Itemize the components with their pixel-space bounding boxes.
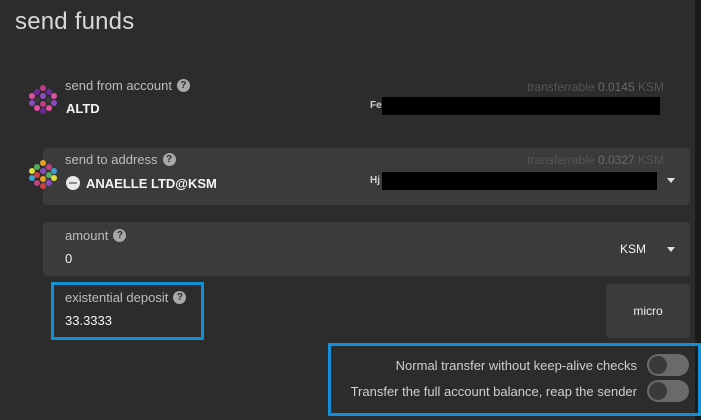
help-icon[interactable]: ? bbox=[162, 153, 176, 166]
send-from-label: send from account ? bbox=[65, 78, 190, 93]
help-icon[interactable]: ? bbox=[113, 229, 127, 242]
to-balance: transferrable 0.0327 KSM bbox=[527, 153, 664, 167]
chevron-down-icon[interactable] bbox=[667, 247, 675, 252]
help-icon[interactable]: ? bbox=[176, 79, 190, 92]
amount-unit-select[interactable]: KSM bbox=[620, 242, 646, 256]
redacted-address bbox=[382, 97, 660, 115]
deposit-unit: micro bbox=[606, 284, 690, 338]
amount-value[interactable]: 0 bbox=[65, 251, 72, 266]
chevron-down-icon[interactable] bbox=[667, 178, 675, 183]
amount-label: amount ? bbox=[65, 228, 127, 243]
send-to-label: send to address ? bbox=[65, 152, 176, 167]
from-identicon-icon bbox=[29, 85, 57, 114]
to-identicon-icon bbox=[29, 160, 57, 189]
from-account-name: ALTD bbox=[66, 101, 100, 116]
to-account: ANAELLE LTD@KSM bbox=[66, 176, 217, 191]
amount-input[interactable] bbox=[43, 222, 690, 276]
from-address-prefix: Fe bbox=[370, 100, 382, 111]
toggles-highlight bbox=[328, 343, 701, 416]
page-title: send funds bbox=[15, 8, 135, 35]
identity-icon bbox=[66, 176, 80, 190]
to-address-prefix: Hj bbox=[370, 175, 380, 186]
redacted-address bbox=[382, 172, 657, 190]
from-balance: transferrable 0.0145 KSM bbox=[527, 80, 664, 94]
deposit-highlight bbox=[51, 282, 204, 340]
